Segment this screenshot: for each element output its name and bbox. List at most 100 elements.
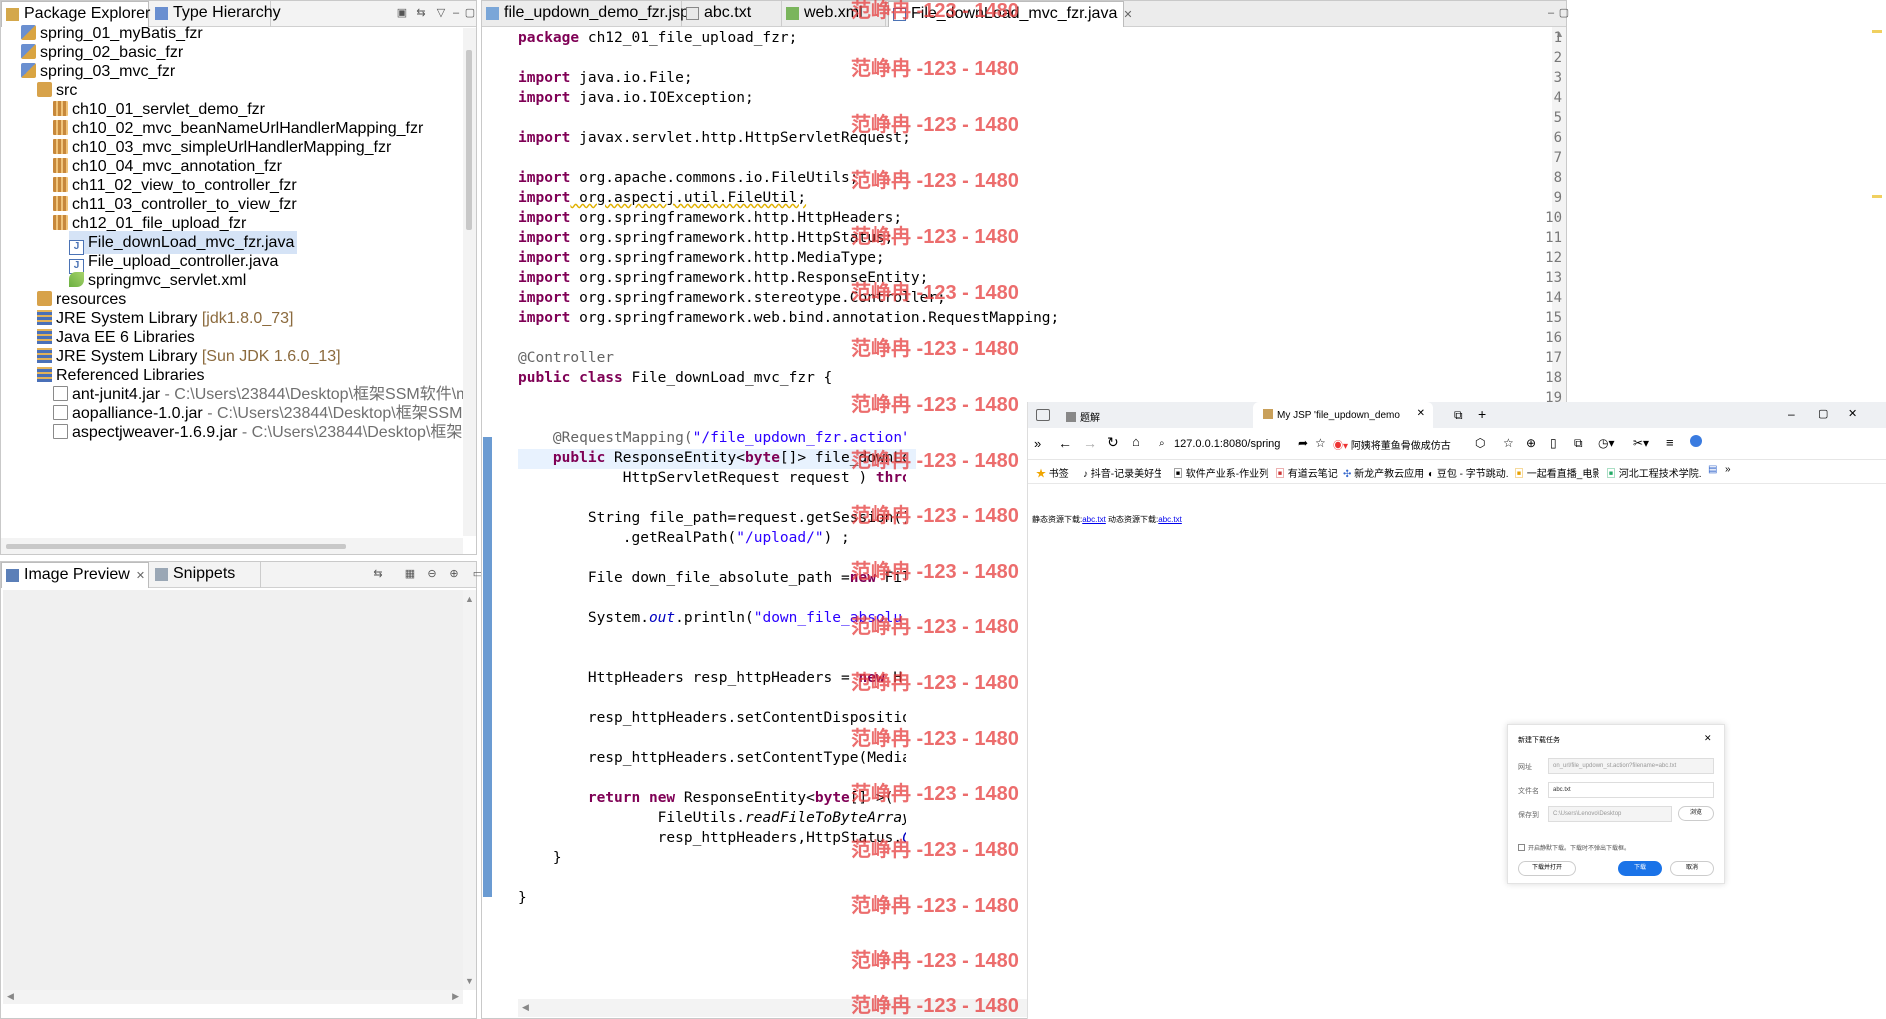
code-line-40[interactable]: FileUtils.readFileToByteArray: [518, 808, 906, 828]
forward-icon[interactable]: →: [1083, 435, 1097, 451]
minimize-icon[interactable]: –: [449, 6, 463, 20]
static-download-link[interactable]: abc.txt: [1082, 515, 1106, 524]
maximize-icon[interactable]: ▢: [463, 6, 477, 20]
menu-icon[interactable]: ≡: [1666, 435, 1674, 450]
code-line-30[interactable]: System.out.println("down_file_absolu: [518, 608, 906, 628]
zoom-in-icon[interactable]: ⊕: [447, 567, 461, 581]
tab-list-icon[interactable]: [1036, 409, 1050, 421]
close-window-icon[interactable]: ✕: [1848, 407, 1857, 420]
code-line-33[interactable]: HttpHeaders resp_httpHeaders = new H: [518, 668, 906, 688]
browser-tab-active[interactable]: My JSP 'file_updown_demo ✕: [1253, 402, 1433, 428]
scrollbar-thumb[interactable]: [466, 50, 472, 230]
zoom-out-icon[interactable]: ⊖: [425, 567, 439, 581]
browser-tab[interactable]: 题解: [1066, 409, 1100, 424]
scroll-down-icon[interactable]: ▼: [465, 976, 474, 986]
cancel-button[interactable]: 取消: [1670, 861, 1714, 876]
close-icon[interactable]: ✕: [1704, 733, 1712, 744]
close-icon[interactable]: ✕: [136, 570, 145, 582]
url-field[interactable]: on_url/file_updown_st.action?filename=ab…: [1548, 758, 1714, 774]
new-tab-icon[interactable]: +: [1478, 406, 1486, 422]
tab-txt-file[interactable]: abc.txt: [682, 1, 782, 27]
save-location-field[interactable]: C:\Users\Lenovo\Desktop: [1548, 806, 1672, 822]
overview-ruler-marker[interactable]: [1872, 30, 1882, 33]
code-line-12[interactable]: import org.springframework.http.MediaTyp…: [518, 248, 885, 268]
view-menu-icon[interactable]: ▽: [434, 6, 448, 20]
tab-group-icon[interactable]: ⧉: [1454, 408, 1463, 423]
collections-icon[interactable]: ⧉: [1574, 436, 1583, 451]
close-icon[interactable]: ✕: [1123, 9, 1132, 21]
bookmark-star-icon[interactable]: ☆: [1315, 436, 1326, 450]
download-icon[interactable]: ⊕: [1526, 436, 1536, 450]
tree-item[interactable]: aspectjweaver-1.6.9.jar - C:\Users\23844…: [53, 421, 473, 444]
code-line-41[interactable]: resp_httpHeaders,HttpStatus.C: [518, 828, 906, 848]
code-line-4[interactable]: import java.io.IOException;: [518, 88, 754, 108]
code-line-44[interactable]: }: [518, 888, 527, 908]
horizontal-scrollbar[interactable]: ◀ ▶: [3, 990, 463, 1004]
code-line-18[interactable]: public class File_downLoad_mvc_fzr {: [518, 368, 832, 388]
scroll-left-icon[interactable]: ◀: [7, 991, 14, 1002]
bookmark-item[interactable]: ♪ 抖音-记录美好生活: [1083, 465, 1161, 480]
filename-field[interactable]: abc.txt: [1548, 782, 1714, 798]
code-line-42[interactable]: }: [518, 848, 562, 868]
reload-icon[interactable]: ↻: [1107, 434, 1119, 451]
code-line-35[interactable]: resp_httpHeaders.setContentDispositio: [518, 708, 906, 728]
download-and-open-button[interactable]: 下载并打开: [1518, 861, 1576, 876]
scrollbar-thumb[interactable]: [6, 544, 346, 549]
vertical-scrollbar[interactable]: [463, 28, 476, 536]
bookmark-item[interactable]: ✣ 新龙产教云应用端: [1343, 465, 1423, 480]
back-icon[interactable]: ←: [1058, 435, 1072, 451]
minimize-window-icon[interactable]: –: [1788, 407, 1795, 421]
link-icon[interactable]: ⇆: [371, 567, 385, 581]
code-line-3[interactable]: import java.io.File;: [518, 68, 693, 88]
code-line-21[interactable]: @RequestMapping("/file_updown_fzr.action…: [518, 428, 906, 448]
code-line-23[interactable]: HttpServletRequest request ) thro: [518, 468, 906, 488]
tab-jsp-file[interactable]: file_updown_demo_fzr.jsp: [482, 1, 689, 27]
share-icon[interactable]: ➦: [1298, 436, 1308, 450]
code-line-26[interactable]: .getRealPath("/upload/") ;: [518, 528, 906, 548]
horizontal-scrollbar[interactable]: [1, 538, 463, 554]
code-line-15[interactable]: import org.springframework.web.bind.anno…: [518, 308, 1059, 328]
browse-button[interactable]: 浏览: [1678, 806, 1714, 821]
bookmark-item[interactable]: ▣ 河北工程技术学院...: [1606, 465, 1701, 480]
home-icon[interactable]: ⌂: [1132, 434, 1140, 449]
maximize-icon[interactable]: ▢: [1557, 6, 1571, 20]
avatar[interactable]: [1690, 435, 1702, 447]
image-fit-icon[interactable]: ▦: [403, 567, 417, 581]
tab-snippets[interactable]: Snippets: [151, 562, 261, 588]
phone-icon[interactable]: ▯: [1550, 436, 1557, 450]
minimize-icon[interactable]: –: [1544, 6, 1558, 20]
search-suggestion[interactable]: ◉▾ 阿姨将董鱼骨做成仿古: [1333, 437, 1453, 452]
extensions-icon[interactable]: ⬡: [1475, 436, 1485, 450]
scroll-up-icon[interactable]: ▲: [465, 594, 474, 604]
code-line-10[interactable]: import org.springframework.http.HttpHead…: [518, 208, 902, 228]
address-bar[interactable]: ⌕ 127.0.0.1:8080/spring: [1156, 433, 1296, 455]
vertical-scrollbar[interactable]: ▲ ▼: [463, 590, 476, 990]
tools-icon[interactable]: ✂▾: [1633, 436, 1649, 450]
bookmark-item[interactable]: ▣ 一起看直播_电影剧: [1514, 465, 1599, 480]
chevron-right-icon[interactable]: »: [1725, 464, 1731, 475]
code-line-11[interactable]: import org.springframework.http.HttpStat…: [518, 228, 893, 248]
bookmark-item[interactable]: ▣ 软件产业系-作业列表: [1173, 465, 1268, 480]
collapse-all-icon[interactable]: ▣: [395, 6, 409, 20]
dynamic-download-link[interactable]: abc.txt: [1158, 515, 1182, 524]
bookmark-item[interactable]: ▣ 有道云笔记: [1275, 465, 1338, 480]
checkbox[interactable]: [1518, 844, 1525, 851]
code-line-39[interactable]: return new ResponseEntity<byte[] >(: [518, 788, 906, 808]
code-line-22[interactable]: public ResponseEntity<byte[]> file_downL…: [518, 448, 906, 468]
code-line-37[interactable]: resp_httpHeaders.setContentType(Media: [518, 748, 906, 768]
code-line-17[interactable]: @Controller: [518, 348, 614, 368]
close-icon[interactable]: ✕: [1417, 408, 1425, 419]
link-editor-icon[interactable]: ⇆: [414, 6, 428, 20]
maximize-window-icon[interactable]: ▢: [1818, 407, 1828, 420]
sidebar-toggle-icon[interactable]: »: [1034, 436, 1041, 451]
scroll-right-icon[interactable]: ▶: [452, 991, 459, 1002]
scroll-left-icon[interactable]: ◀: [522, 1002, 529, 1013]
bookmark-item[interactable]: ◐ 豆包 - 字节跳动...: [1428, 465, 1508, 480]
code-line-8[interactable]: import org.apache.commons.io.FileUtils;: [518, 168, 858, 188]
tab-image-preview[interactable]: Image Preview ✕: [1, 562, 149, 588]
code-line-1[interactable]: package ch12_01_file_upload_fzr;: [518, 28, 797, 48]
code-line-9[interactable]: import org.aspectj.util.FileUtil;: [518, 188, 806, 208]
favorites-icon[interactable]: ☆: [1503, 436, 1514, 450]
more-bookmarks-icon[interactable]: ▤: [1708, 464, 1717, 475]
code-line-28[interactable]: File down_file_absolute_path =new Fil: [518, 568, 906, 588]
